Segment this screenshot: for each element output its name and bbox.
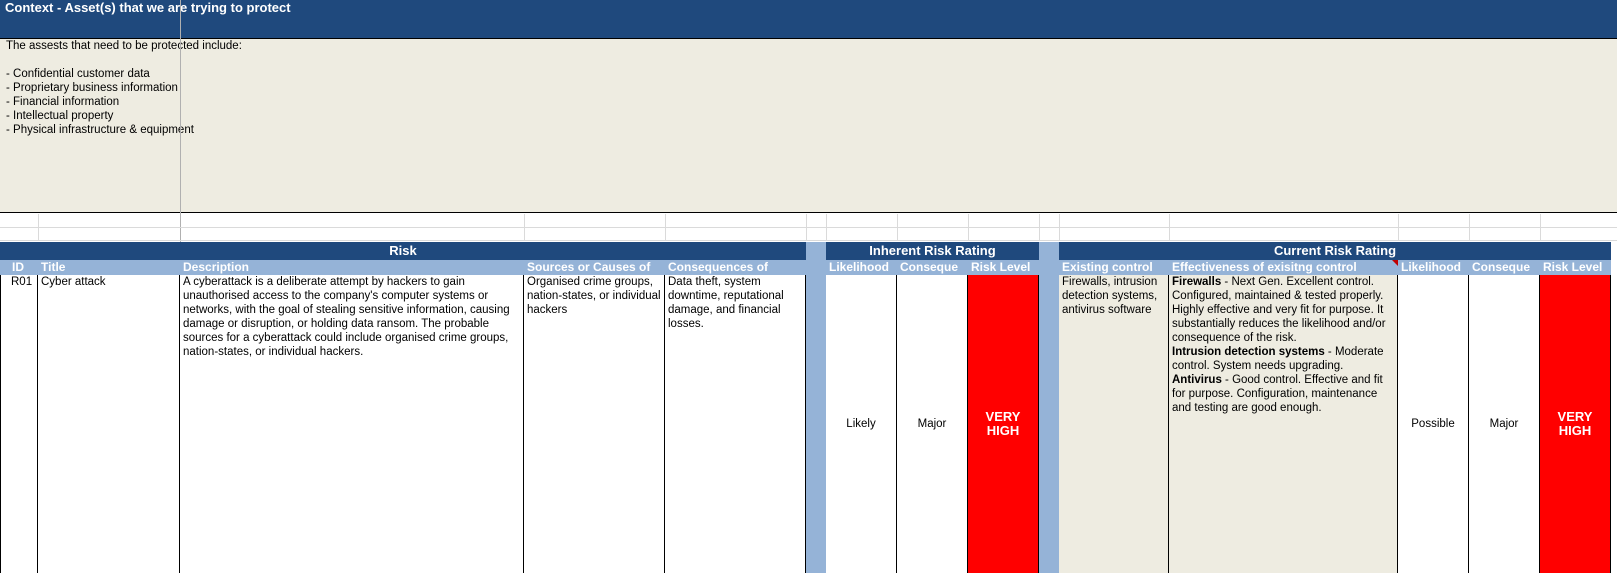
asset-item: - Confidential customer data (6, 68, 150, 80)
col-header-current-level[interactable]: Risk Level (1540, 260, 1611, 275)
col-header-inherent-level[interactable]: Risk Level (968, 260, 1039, 275)
grid-line (1540, 214, 1541, 241)
effectiveness-item: Antivirus - Good control. Effective and … (1172, 374, 1383, 414)
band-separator (1039, 242, 1059, 573)
cell-description[interactable]: A cyberattack is a deliberate attempt by… (180, 275, 524, 573)
cell-inherent-consequence[interactable]: Major (897, 275, 968, 573)
grid-line (38, 214, 39, 241)
grid-line (665, 214, 666, 241)
risk-level-badge: VERY HIGH (985, 409, 1021, 438)
grid-line (0, 227, 1617, 228)
grid-line (1169, 214, 1170, 241)
grid-line (968, 214, 969, 241)
grid-line (1469, 214, 1470, 241)
col-header-consequences[interactable]: Consequences of (665, 260, 806, 275)
grid-line (524, 214, 525, 241)
cell-inherent-likelihood[interactable]: Likely (826, 275, 897, 573)
context-body[interactable]: The assests that need to be protected in… (0, 39, 1617, 213)
cell-inherent-level[interactable]: VERY HIGH (968, 275, 1039, 573)
cell-title[interactable]: Cyber attack (38, 275, 180, 573)
band-separator (806, 242, 826, 573)
grid-line (826, 214, 827, 241)
cell-current-consequence[interactable]: Major (1469, 275, 1540, 573)
col-header-id[interactable]: ID (0, 260, 38, 275)
cell-effectiveness[interactable]: Firewalls - Next Gen. Excellent control.… (1169, 275, 1398, 573)
grid-line (1398, 214, 1399, 241)
risk-level-badge: VERY HIGH (1557, 409, 1593, 438)
col-header-current-likelihood[interactable]: Likelihood (1398, 260, 1469, 275)
col-header-sources[interactable]: Sources or Causes of (524, 260, 665, 275)
asset-item: - Physical infrastructure & equipment (6, 124, 194, 136)
band-inherent: Inherent Risk Rating (826, 242, 1039, 260)
cell-sources[interactable]: Organised crime groups, nation-states, o… (524, 275, 665, 573)
context-intro: The assests that need to be protected in… (6, 40, 242, 52)
cell-current-level[interactable]: VERY HIGH (1540, 275, 1611, 573)
col-header-title[interactable]: Title (38, 260, 180, 275)
effectiveness-item: Firewalls - Next Gen. Excellent control.… (1172, 276, 1386, 344)
col-header-current-consequence[interactable]: Conseque (1469, 260, 1540, 275)
grid-line (1039, 214, 1040, 241)
context-header: Context - Asset(s) that we are trying to… (0, 0, 1617, 39)
col-header-effectiveness[interactable]: Effectiveness of exisitng control (1169, 260, 1398, 275)
asset-item: - Intellectual property (6, 110, 114, 122)
cell-id[interactable]: R01 (0, 275, 38, 573)
grid-line (0, 240, 1617, 241)
asset-item: - Financial information (6, 96, 120, 108)
effectiveness-item: Intrusion detection systems - Moderate c… (1172, 346, 1384, 372)
band-risk: Risk (0, 242, 806, 260)
cell-current-likelihood[interactable]: Possible (1398, 275, 1469, 573)
frozen-pane-divider (180, 0, 181, 243)
grid-line (897, 214, 898, 241)
band-current: Current Risk Rating (1059, 242, 1611, 260)
asset-item: - Proprietary business information (6, 82, 178, 94)
col-header-inherent-likelihood[interactable]: Likelihood (826, 260, 897, 275)
col-header-description[interactable]: Description (180, 260, 524, 275)
grid-line (1059, 214, 1060, 241)
col-header-existing-control[interactable]: Existing control (1059, 260, 1169, 275)
cell-existing-control[interactable]: Firewalls, intrusion detection systems, … (1059, 275, 1169, 573)
grid-line (806, 214, 807, 241)
cell-consequences[interactable]: Data theft, system downtime, reputationa… (665, 275, 806, 573)
col-header-inherent-consequence[interactable]: Conseque (897, 260, 968, 275)
